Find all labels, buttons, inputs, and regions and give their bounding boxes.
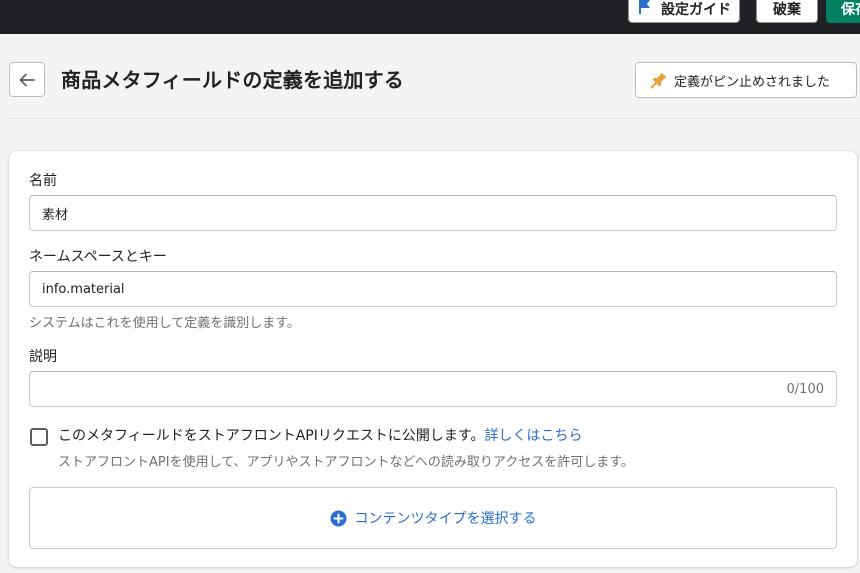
discard-button[interactable]: 破棄 [756,0,818,23]
name-field[interactable]: 素材 [29,195,837,231]
setup-guide-label: 設定ガイド [661,1,731,18]
storefront-api-text: このメタフィールドをストアフロントAPIリクエストに公開します。 [58,428,485,444]
name-value: 素材 [42,207,69,223]
arrow-left-icon [19,73,35,86]
description-char-counter: 0/100 [786,381,824,397]
learn-more-link[interactable]: 詳しくはこちら [484,428,582,444]
save-button[interactable]: 保存 [826,0,860,23]
pin-status-label: 定義がピン止めされました [674,74,831,90]
description-label: 説明 [29,349,57,365]
page-title: 商品メタフィールドの定義を追加する [61,68,404,92]
namespace-key-label: ネームスペースとキー [29,249,167,265]
setup-guide-button[interactable]: 設定ガイド [628,0,740,23]
select-content-type-button[interactable]: コンテンツタイプを選択する [29,487,837,549]
pin-icon [650,72,667,89]
header-divider [9,118,860,119]
namespace-key-value: info.material [42,281,125,297]
pin-definition-button[interactable]: 定義がピン止めされました [635,62,857,98]
description-field[interactable]: 0/100 [29,371,837,407]
plus-circle-icon [330,510,346,526]
storefront-api-help-text: ストアフロントAPIを使用して、アプリやストアフロントなどへの読み取りアクセスを… [58,455,634,470]
back-button[interactable] [9,62,45,97]
storefront-api-checkbox[interactable] [30,428,48,446]
definition-form-card: 名前 素材 ネームスペースとキー info.material システムはこれを使… [9,151,857,567]
top-bar: 設定ガイド 破棄 保存 [0,0,860,34]
namespace-help-text: システムはこれを使用して定義を識別します。 [29,316,300,331]
select-content-type-label: コンテンツタイプを選択する [354,511,537,527]
flag-icon [639,0,650,14]
storefront-api-label: このメタフィールドをストアフロントAPIリクエストに公開します。詳しくはこちら [58,426,582,446]
name-label: 名前 [29,173,57,189]
namespace-key-field[interactable]: info.material [29,271,837,307]
